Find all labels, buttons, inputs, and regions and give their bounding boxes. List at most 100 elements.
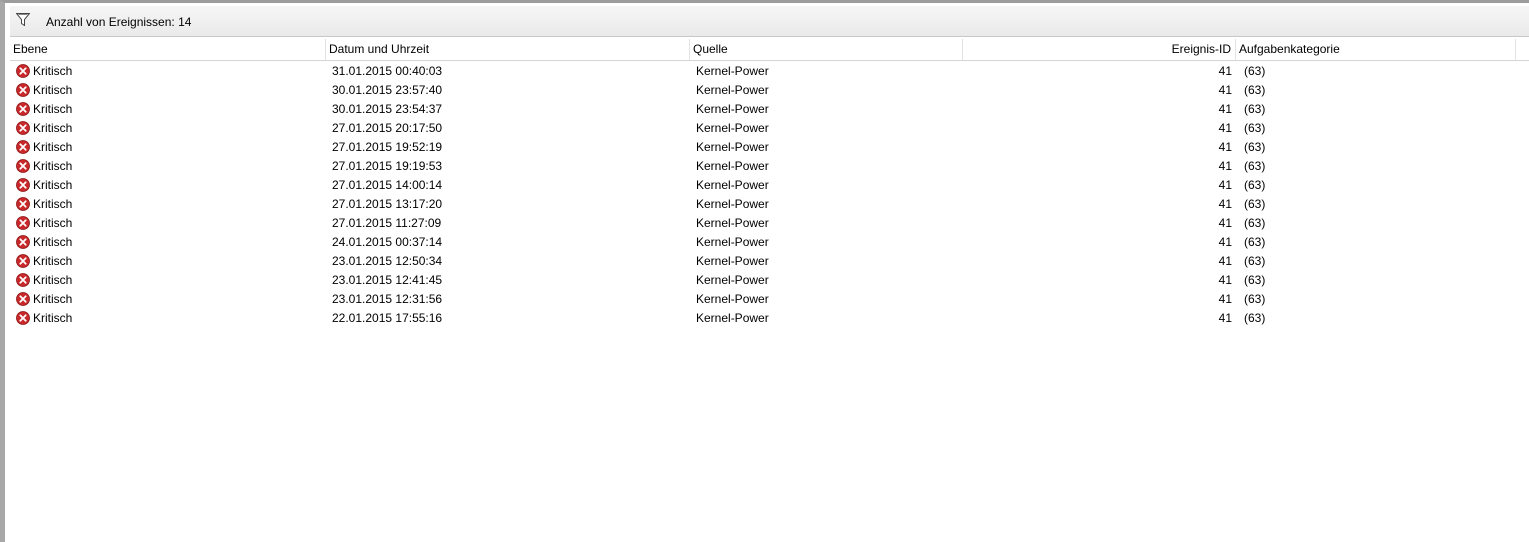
- datetime-cell: 23.01.2015 12:31:56: [332, 292, 443, 306]
- event-id-cell: 41: [1218, 311, 1232, 325]
- datetime-cell: 27.01.2015 13:17:20: [332, 197, 443, 211]
- source-cell: Kernel-Power: [696, 102, 769, 116]
- task-category-cell: (63): [1244, 83, 1266, 97]
- datetime-cell: 30.01.2015 23:54:37: [332, 102, 443, 116]
- event-id-cell: 41: [1218, 178, 1232, 192]
- source-cell: Kernel-Power: [696, 64, 769, 78]
- event-row[interactable]: Kritisch 23.01.2015 12:31:56 Kernel-Powe…: [10, 290, 1529, 309]
- critical-error-icon: [16, 292, 30, 306]
- column-header-event-id[interactable]: Ereignis-ID: [963, 39, 1236, 60]
- event-row[interactable]: Kritisch 30.01.2015 23:57:40 Kernel-Powe…: [10, 81, 1529, 100]
- level-cell: Kritisch: [16, 100, 326, 119]
- critical-error-icon: [16, 140, 30, 154]
- event-count-text: Anzahl von Ereignissen: 14: [46, 15, 192, 29]
- event-list: Kritisch 31.01.2015 00:40:03 Kernel-Powe…: [10, 62, 1529, 328]
- critical-error-icon: [16, 159, 30, 173]
- event-row[interactable]: Kritisch 27.01.2015 13:17:20 Kernel-Powe…: [10, 195, 1529, 214]
- level-cell: Kritisch: [16, 309, 326, 328]
- task-category-cell: (63): [1244, 197, 1266, 211]
- level-cell: Kritisch: [16, 157, 326, 176]
- level-text: Kritisch: [33, 178, 73, 192]
- task-category-cell: (63): [1244, 140, 1266, 154]
- event-id-cell: 41: [1218, 235, 1232, 249]
- datetime-cell: 23.01.2015 12:50:34: [332, 254, 443, 268]
- event-row[interactable]: Kritisch 27.01.2015 19:19:53 Kernel-Powe…: [10, 157, 1529, 176]
- critical-error-icon: [16, 102, 30, 116]
- event-row[interactable]: Kritisch 27.01.2015 20:17:50 Kernel-Powe…: [10, 119, 1529, 138]
- level-cell: Kritisch: [16, 138, 326, 157]
- event-row[interactable]: Kritisch 22.01.2015 17:55:16 Kernel-Powe…: [10, 309, 1529, 328]
- datetime-cell: 31.01.2015 00:40:03: [332, 64, 443, 78]
- datetime-cell: 23.01.2015 12:41:45: [332, 273, 443, 287]
- level-text: Kritisch: [33, 140, 73, 154]
- level-text: Kritisch: [33, 235, 73, 249]
- event-id-cell: 41: [1218, 292, 1232, 306]
- level-text: Kritisch: [33, 311, 73, 325]
- source-cell: Kernel-Power: [696, 178, 769, 192]
- datetime-cell: 24.01.2015 00:37:14: [332, 235, 443, 249]
- source-cell: Kernel-Power: [696, 254, 769, 268]
- event-row[interactable]: Kritisch 27.01.2015 14:00:14 Kernel-Powe…: [10, 176, 1529, 195]
- filter-icon[interactable]: [16, 13, 30, 26]
- source-cell: Kernel-Power: [696, 140, 769, 154]
- event-row[interactable]: Kritisch 24.01.2015 00:37:14 Kernel-Powe…: [10, 233, 1529, 252]
- source-cell: Kernel-Power: [696, 311, 769, 325]
- critical-error-icon: [16, 216, 30, 230]
- event-row[interactable]: Kritisch 27.01.2015 19:52:19 Kernel-Powe…: [10, 138, 1529, 157]
- datetime-cell: 22.01.2015 17:55:16: [332, 311, 443, 325]
- datetime-cell: 27.01.2015 19:52:19: [332, 140, 443, 154]
- level-text: Kritisch: [33, 64, 73, 78]
- event-id-cell: 41: [1218, 64, 1232, 78]
- level-text: Kritisch: [33, 273, 73, 287]
- event-id-cell: 41: [1218, 273, 1232, 287]
- event-row[interactable]: Kritisch 30.01.2015 23:54:37 Kernel-Powe…: [10, 100, 1529, 119]
- event-id-cell: 41: [1218, 254, 1232, 268]
- task-category-cell: (63): [1244, 292, 1266, 306]
- datetime-cell: 27.01.2015 19:19:53: [332, 159, 443, 173]
- task-category-cell: (63): [1244, 235, 1266, 249]
- datetime-cell: 30.01.2015 23:57:40: [332, 83, 443, 97]
- column-header-level[interactable]: Ebene: [10, 39, 326, 60]
- level-cell: Kritisch: [16, 176, 326, 195]
- event-viewer-panel: Anzahl von Ereignissen: 14 Ebene Datum u…: [0, 0, 1529, 542]
- level-cell: Kritisch: [16, 290, 326, 309]
- level-text: Kritisch: [33, 216, 73, 230]
- level-cell: Kritisch: [16, 214, 326, 233]
- source-cell: Kernel-Power: [696, 235, 769, 249]
- event-id-cell: 41: [1218, 121, 1232, 135]
- task-category-cell: (63): [1244, 159, 1266, 173]
- event-row[interactable]: Kritisch 31.01.2015 00:40:03 Kernel-Powe…: [10, 62, 1529, 81]
- critical-error-icon: [16, 197, 30, 211]
- column-header-datetime[interactable]: Datum und Uhrzeit: [326, 39, 690, 60]
- column-header-source[interactable]: Quelle: [690, 39, 963, 60]
- level-cell: Kritisch: [16, 62, 326, 81]
- datetime-cell: 27.01.2015 14:00:14: [332, 178, 443, 192]
- level-text: Kritisch: [33, 254, 73, 268]
- event-id-cell: 41: [1218, 83, 1232, 97]
- task-category-cell: (63): [1244, 311, 1266, 325]
- level-cell: Kritisch: [16, 81, 326, 100]
- column-header-row: Ebene Datum und Uhrzeit Quelle Ereignis-…: [10, 39, 1529, 61]
- task-category-cell: (63): [1244, 64, 1266, 78]
- critical-error-icon: [16, 178, 30, 192]
- task-category-cell: (63): [1244, 102, 1266, 116]
- event-row[interactable]: Kritisch 23.01.2015 12:41:45 Kernel-Powe…: [10, 271, 1529, 290]
- critical-error-icon: [16, 235, 30, 249]
- event-row[interactable]: Kritisch 23.01.2015 12:50:34 Kernel-Powe…: [10, 252, 1529, 271]
- task-category-cell: (63): [1244, 121, 1266, 135]
- event-id-cell: 41: [1218, 159, 1232, 173]
- task-category-cell: (63): [1244, 254, 1266, 268]
- source-cell: Kernel-Power: [696, 197, 769, 211]
- column-header-task-category[interactable]: Aufgabenkategorie: [1236, 39, 1516, 60]
- task-category-cell: (63): [1244, 216, 1266, 230]
- event-row[interactable]: Kritisch 27.01.2015 11:27:09 Kernel-Powe…: [10, 214, 1529, 233]
- source-cell: Kernel-Power: [696, 216, 769, 230]
- level-cell: Kritisch: [16, 233, 326, 252]
- event-id-cell: 41: [1218, 140, 1232, 154]
- level-text: Kritisch: [33, 197, 73, 211]
- filter-bar: Anzahl von Ereignissen: 14: [10, 6, 1529, 37]
- level-cell: Kritisch: [16, 271, 326, 290]
- source-cell: Kernel-Power: [696, 83, 769, 97]
- task-category-cell: (63): [1244, 178, 1266, 192]
- level-cell: Kritisch: [16, 252, 326, 271]
